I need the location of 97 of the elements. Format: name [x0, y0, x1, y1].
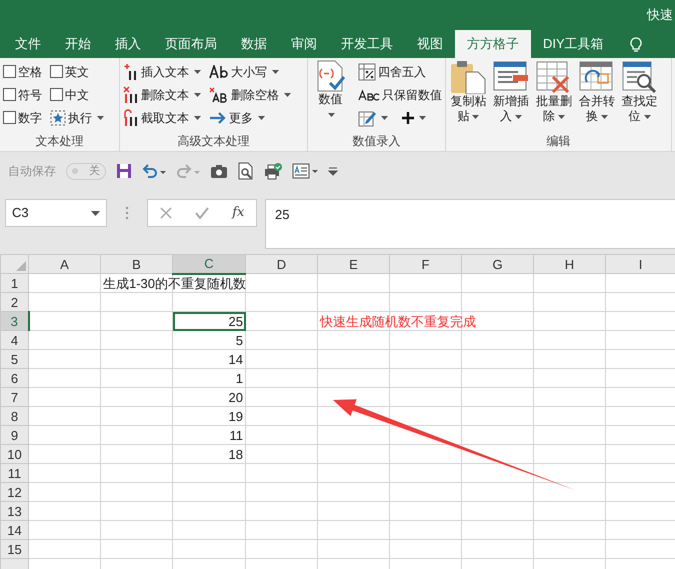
ribbon-button[interactable]: 删除文本 — [122, 83, 202, 106]
column-header[interactable]: G — [462, 254, 534, 274]
checkbox[interactable]: 数字 — [2, 106, 43, 129]
table-cell: 11 — [230, 426, 243, 444]
enter-icon — [194, 207, 209, 219]
arrow-right-icon — [209, 112, 227, 124]
cancel-icon — [160, 207, 172, 219]
ribbon-button[interactable]: 大小写 — [208, 60, 292, 83]
row-header[interactable]: 3 — [0, 312, 28, 330]
camera-icon[interactable] — [210, 164, 228, 178]
ribbon-button[interactable]: 只保留数值 — [356, 83, 443, 106]
ribbon-button[interactable]: 四舍五入 — [356, 60, 443, 83]
window-title: 快速 — [647, 6, 673, 24]
ribbon-tab[interactable]: 页面布局 — [153, 30, 229, 58]
table-cell: 生成1-30的不重复随机数 — [103, 274, 246, 292]
row-header[interactable]: 9 — [0, 426, 28, 444]
row-header[interactable]: 4 — [0, 330, 28, 350]
column-header[interactable]: D — [246, 254, 318, 274]
ribbon-tab[interactable]: 方方格子 — [455, 30, 531, 58]
column-header[interactable]: I — [606, 254, 675, 274]
customize-toolbar-icon[interactable] — [328, 166, 338, 176]
checkbox[interactable]: 中文 — [49, 83, 105, 106]
ribbon-tab[interactable]: 插入 — [103, 30, 153, 58]
annotation-text: 快速生成随机数不重复完成 — [320, 312, 476, 330]
ribbon-tab[interactable]: 开始 — [53, 30, 103, 58]
table-cell: 25 — [228, 312, 243, 330]
more-options-icon — [125, 206, 129, 220]
column-header[interactable]: C — [172, 254, 246, 274]
pencil-grid-icon — [358, 108, 376, 126]
formula-field[interactable]: 25 — [265, 199, 675, 249]
ribbon-tab[interactable]: DIY工具箱 — [531, 30, 616, 58]
group-label: 高级文本处理 — [176, 134, 250, 148]
table-cell: 18 — [228, 446, 243, 462]
row-header[interactable]: 11 — [0, 464, 28, 482]
autosave-label: 自动保存 — [8, 163, 56, 180]
row-header[interactable]: 5 — [0, 350, 28, 368]
table-cell: 1 — [236, 370, 243, 386]
ribbon-large-button[interactable]: 新增插入 — [490, 60, 532, 124]
checkbox[interactable]: 空格 — [2, 60, 43, 83]
select-all-icon — [16, 260, 26, 271]
ribbon-button[interactable]: 删除空格 — [208, 83, 292, 106]
ribbon-large-button[interactable]: 复制粘贴 — [448, 60, 489, 124]
column-header[interactable]: F — [390, 254, 462, 274]
ribbon-tab[interactable]: 数据 — [229, 30, 279, 58]
dropdown-arrow-icon — [91, 210, 100, 216]
print-preview-icon[interactable] — [238, 162, 254, 180]
group-label: 编辑 — [546, 134, 572, 148]
table-cell: 5 — [236, 332, 243, 348]
insert-function-button[interactable]: fx — [232, 203, 244, 223]
ribbon-large-button[interactable]: 合并转换 — [576, 60, 618, 124]
group-label: 数值录入 — [352, 134, 402, 148]
ribbon-tab[interactable]: 开发工具 — [329, 30, 405, 58]
selected-cell[interactable]: 25 — [172, 312, 246, 330]
percent-grid-icon — [358, 62, 376, 80]
row-header[interactable]: 6 — [0, 368, 28, 388]
delete-space-icon — [209, 86, 229, 102]
delete-text-icon — [123, 86, 139, 104]
ribbon-tab[interactable]: 审阅 — [279, 30, 329, 58]
ribbon-large-button[interactable]: 批量删除 — [534, 60, 574, 124]
table-cell: 19 — [228, 408, 243, 424]
ribbon-large-button[interactable]: 查找定位 — [619, 60, 660, 124]
row-header[interactable]: 15 — [0, 540, 28, 558]
lightbulb-icon — [630, 36, 642, 53]
ribbon-tab[interactable]: 文件 — [3, 30, 53, 58]
ribbon-large-button[interactable]: 数值 — [310, 60, 351, 117]
plus-icon — [402, 112, 414, 124]
extract-text-icon — [123, 108, 139, 126]
ribbon-tab[interactable]: 视图 — [405, 30, 455, 58]
form-icon[interactable] — [292, 163, 318, 179]
row-header[interactable]: 2 — [0, 292, 28, 312]
row-header[interactable]: 13 — [0, 502, 28, 520]
group-label: 文本处理 — [34, 134, 84, 148]
letter-case-icon — [209, 64, 229, 78]
row-header[interactable]: 7 — [0, 388, 28, 406]
save-icon[interactable] — [116, 163, 132, 179]
checkbox[interactable]: 英文 — [49, 60, 105, 83]
column-header[interactable]: B — [100, 254, 172, 274]
name-box[interactable]: C3 — [5, 199, 107, 227]
table-cell: 20 — [228, 388, 243, 406]
table-cell: 14 — [228, 350, 243, 368]
row-header[interactable]: 14 — [0, 520, 28, 540]
ribbon-button[interactable]: 插入文本 — [122, 60, 202, 83]
ribbon-button[interactable]: 执行 — [49, 106, 105, 129]
ribbon-button[interactable]: 截取文本 — [122, 106, 202, 129]
letters-icon — [358, 88, 380, 100]
checkbox[interactable]: 符号 — [2, 83, 43, 106]
row-header[interactable]: 1 — [0, 274, 28, 292]
column-header[interactable]: H — [534, 254, 606, 274]
printer-icon[interactable] — [264, 162, 282, 180]
row-header[interactable]: 8 — [0, 406, 28, 426]
row-header[interactable]: 12 — [0, 482, 28, 502]
column-header[interactable]: A — [28, 254, 100, 274]
undo-icon[interactable] — [142, 164, 166, 178]
column-header[interactable]: E — [318, 254, 390, 274]
insert-text-icon — [123, 62, 139, 80]
row-header[interactable]: 10 — [0, 444, 28, 464]
ribbon-button[interactable]: 更多 — [208, 106, 292, 129]
